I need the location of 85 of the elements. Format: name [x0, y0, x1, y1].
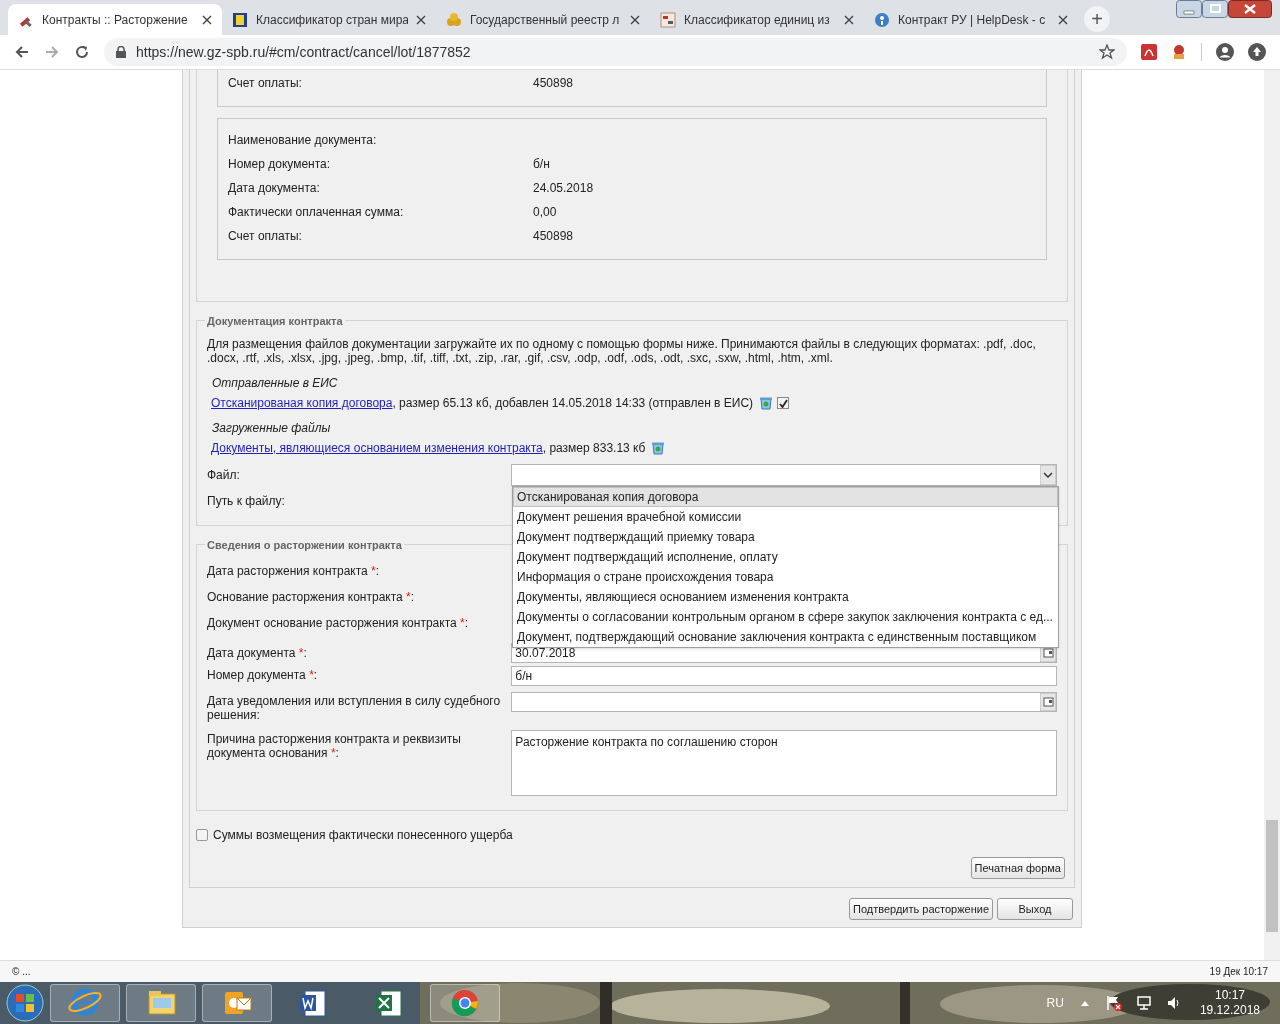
star-icon[interactable]: [1099, 44, 1115, 60]
back-icon[interactable]: [14, 44, 30, 60]
network-icon[interactable]: [1135, 995, 1152, 1011]
action-center-icon[interactable]: [1105, 995, 1122, 1011]
close-icon[interactable]: [202, 14, 212, 25]
field-value: 450898: [533, 75, 574, 92]
dropdown-option[interactable]: Документы, являющиеся основанием изменения контракта: [513, 587, 1058, 607]
input-field[interactable]: б/н: [511, 666, 1057, 686]
field-label: Фактически оплаченная сумма:: [228, 204, 405, 221]
field-label: Номер документа:: [228, 156, 332, 173]
profile-icon[interactable]: [1216, 43, 1234, 61]
recycle-bin-icon[interactable]: [651, 441, 666, 455]
field-label: Основание расторжения контракта *:: [207, 589, 416, 604]
checkbox-label: Суммы возмещения фактически понесенного ущерба: [213, 827, 513, 844]
reload-icon[interactable]: [74, 44, 90, 60]
calendar-icon[interactable]: [1040, 693, 1056, 711]
file-entry: Документы, являющиеся основанием изменения контракта, размер 833.13 кб: [211, 440, 646, 457]
extension-icon[interactable]: [1171, 44, 1187, 60]
update-icon[interactable]: [1248, 43, 1266, 61]
start-button-icon[interactable]: [6, 984, 44, 1022]
field-value: б/н: [533, 156, 550, 173]
status-time: 19 Дек 10:17: [1209, 965, 1268, 979]
new-tab-button[interactable]: +: [1084, 6, 1110, 32]
tab-favicon-icon: [232, 11, 248, 28]
field-label: Дата расторжения контракта *:: [207, 563, 381, 578]
tab-title: Государственный реестр л: [470, 11, 621, 29]
field-value: 0,00: [533, 204, 557, 221]
address-bar[interactable]: https://new.gz-spb.ru/#cm/contract/cancel/lot/1877852: [104, 38, 1127, 66]
close-icon[interactable]: [1058, 14, 1068, 25]
minimize-icon[interactable]: [1176, 0, 1202, 18]
dropdown-arrow-icon: [1040, 465, 1056, 485]
field-label: Дата документа *:: [207, 645, 308, 660]
scrollbar[interactable]: [1264, 70, 1280, 960]
field-label: Причина расторжения контракта и реквизиты документа основания *:: [207, 731, 462, 760]
exit-button[interactable]: Выход: [997, 898, 1073, 920]
field-value: 450898: [533, 228, 574, 245]
date-field[interactable]: [511, 692, 1057, 712]
close-icon[interactable]: [844, 14, 854, 25]
lock-icon: [116, 46, 126, 58]
close-icon[interactable]: [416, 14, 426, 25]
browser-tab[interactable]: Контракты :: Расторжение: [8, 4, 222, 35]
show-hidden-icons-icon[interactable]: [1079, 999, 1090, 1007]
field-label: Дата уведомления или вступления в силу судебного решения:: [207, 693, 502, 722]
group-heading: Загруженные файлы: [212, 420, 332, 433]
field-label: Наименование документа:: [228, 132, 378, 149]
tab-title: Классификатор единиц из: [684, 11, 831, 29]
print-button[interactable]: Печатная форма: [970, 857, 1065, 879]
tab-favicon-icon: [874, 11, 890, 28]
text-area[interactable]: Расторжение контракта по соглашению сторон: [511, 730, 1057, 796]
field-label: Счет оплаты:: [228, 228, 303, 245]
field-label: Файл:: [207, 467, 241, 484]
tab-title: Контракты :: Расторжение: [42, 11, 189, 29]
tab-favicon-icon: [660, 11, 676, 28]
field-label: Путь к файлу:: [207, 493, 286, 510]
group-heading: Отправленные в ЕИС: [212, 375, 339, 388]
checkbox[interactable]: [196, 829, 208, 841]
tab-favicon-icon: [446, 11, 462, 28]
url-text: https://new.gz-spb.ru/#cm/contract/cancel/lot/1877852: [136, 42, 472, 62]
field-label: Счет оплаты:: [228, 75, 303, 92]
check-icon: [778, 398, 788, 408]
dropdown-option[interactable]: Документы о согласовании контрольным органом в сфере закупок заключения контракта с ед...: [513, 607, 1058, 627]
restore-icon[interactable]: [1202, 0, 1228, 18]
status-text: © ...: [12, 965, 31, 979]
checkbox[interactable]: [777, 397, 790, 409]
pdf-extension-icon[interactable]: [1141, 44, 1157, 60]
close-icon[interactable]: [630, 14, 640, 25]
dropdown-option[interactable]: Отсканированая копия договора: [513, 487, 1058, 507]
speaker-icon[interactable]: [1165, 995, 1182, 1011]
instructions-text: Для размещения файлов документации загружайте их по одному с помощью формы ниже. Принимаются файлы в следующих форматах: .pdf, .doc, .docx, .rtf, .xls, .xlsx, .jpg, .jpeg, .bmp, .tif, .tiff, .txt, .zip, .rar, .gif, .csv, .odp, .odf, .ods, .odt, .sxc, .sxw, .html, .htm, .xml.: [207, 337, 1037, 365]
dropdown-option[interactable]: Документ подтверждащий приемку товара: [513, 527, 1058, 547]
confirm-button[interactable]: Подтвердить расторжение: [848, 898, 993, 920]
field-value: 24.05.2018: [533, 180, 594, 197]
dropdown-option[interactable]: Информация о стране происхождения товара: [513, 567, 1058, 587]
field-label: Документ основание расторжения контракта *:: [207, 615, 469, 630]
file-link[interactable]: Документы, являющиеся основанием изменения контракта: [211, 441, 543, 455]
tab-title: Контракт РУ | HelpDesk - с: [898, 11, 1047, 29]
close-icon[interactable]: [1228, 0, 1272, 18]
field-label: Номер документа *:: [207, 667, 319, 682]
dropdown-option[interactable]: Документ подтверждащий исполнение, оплату: [513, 547, 1058, 567]
field-label: Дата документа:: [228, 180, 321, 197]
taskbar-button[interactable]: [202, 984, 272, 1022]
dropdown-option[interactable]: Документ решения врачебной комиссии: [513, 507, 1058, 527]
taskbar-button[interactable]: [126, 984, 196, 1022]
file-entry: Отсканированая копия договора, размер 65.13 кб, добавлен 14.05.2018 14:33 (отправлен в ЕИС): [211, 395, 754, 412]
scrollbar-thumb[interactable]: [1266, 820, 1278, 932]
